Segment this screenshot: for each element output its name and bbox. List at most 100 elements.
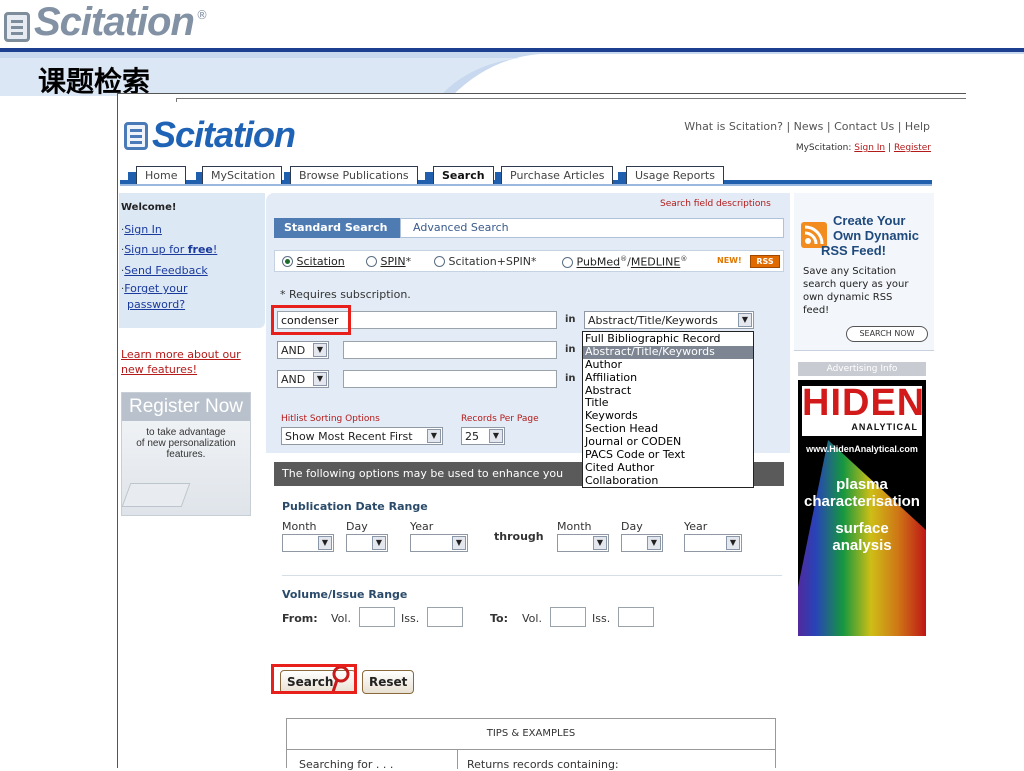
sort-label: Hitlist Sorting Options [281, 414, 380, 424]
sidebar-welcome: Welcome! [121, 202, 177, 213]
sidebar-sign-up[interactable]: ·Sign up for free! [121, 238, 217, 257]
from-vol-input[interactable] [359, 607, 395, 627]
volume-title: Volume/Issue Range [282, 588, 408, 601]
register-now-sub: to take advantage of new personalization… [136, 427, 236, 460]
tips-title: TIPS & EXAMPLES [486, 728, 576, 739]
chevron-down-icon[interactable]: ▼ [738, 313, 752, 327]
operator-select-3[interactable]: AND ▼ [277, 370, 329, 388]
from-day-label: Day [346, 520, 368, 533]
chevron-down-icon[interactable]: ▼ [318, 536, 332, 550]
to-month-label: Month [557, 520, 592, 533]
query-input-2[interactable] [343, 341, 557, 359]
to-iss-input[interactable] [618, 607, 654, 627]
from-day-select[interactable]: ▼ [346, 534, 388, 552]
operator-select-2[interactable]: AND ▼ [277, 341, 329, 359]
link-what-is[interactable]: What is Scitation? [684, 120, 783, 133]
sidebar-forget-password[interactable]: ·Forget your password? [121, 280, 187, 311]
to-year-label: Year [684, 520, 708, 533]
dropdown-option[interactable]: Cited Author [583, 461, 753, 475]
chevron-down-icon[interactable]: ▼ [372, 536, 386, 550]
from-year-label: Year [410, 520, 434, 533]
slide-logo-text: Scitation [34, 0, 195, 44]
sort-select[interactable]: Show Most Recent First ▼ [281, 427, 443, 445]
ad-url: www.HidenAnalytical.com [806, 444, 918, 454]
from-month-label: Month [282, 520, 317, 533]
ad-sub: ANALYTICAL [851, 422, 918, 432]
radio-pubmed[interactable]: PubMed®/MEDLINE® [562, 255, 687, 269]
tips-table: TIPS & EXAMPLES Searching for . . . Retu… [286, 718, 776, 771]
from-vol-label: Vol. [331, 612, 351, 625]
chevron-down-icon[interactable]: ▼ [647, 536, 661, 550]
from-iss-input[interactable] [427, 607, 463, 627]
requires-subscription: * Requires subscription. [280, 288, 411, 301]
tab-purchase[interactable]: Purchase Articles [501, 166, 614, 184]
tab-myscitation[interactable]: MyScitation [202, 166, 282, 184]
link-news[interactable]: News [794, 120, 824, 133]
reset-button[interactable]: Reset [362, 670, 415, 694]
slide-logo-icon [4, 12, 30, 42]
tab-search[interactable]: Search [433, 166, 494, 184]
top-register[interactable]: Register [894, 143, 931, 153]
rss-promo-title: Create Your Own Dynamic RSS Feed! [821, 213, 919, 258]
rss-badge[interactable]: RSS [750, 255, 780, 268]
tab-advanced-search[interactable]: Advanced Search [400, 218, 784, 238]
to-vol-input[interactable] [550, 607, 586, 627]
chevron-down-icon[interactable]: ▼ [313, 343, 327, 357]
query-input-3[interactable] [343, 370, 557, 388]
hiden-ad[interactable]: HIDEN ANALYTICAL www.HidenAnalytical.com… [798, 380, 926, 636]
new-badge: NEW! [717, 256, 742, 265]
link-help[interactable]: Help [905, 120, 930, 133]
chevron-down-icon[interactable]: ▼ [452, 536, 466, 550]
tips-col2: Returns records containing: [467, 758, 619, 771]
tab-usage[interactable]: Usage Reports [626, 166, 724, 184]
myscitation-links: MyScitation: Sign In | Register [795, 143, 931, 153]
search-field-descriptions[interactable]: Search field descriptions [660, 199, 771, 209]
tab-home[interactable]: Home [136, 166, 187, 184]
chevron-down-icon[interactable]: ▼ [593, 536, 607, 550]
tab-browse[interactable]: Browse Publications [290, 166, 418, 184]
field-select-1[interactable]: Abstract/Title/Keywords ▼ [584, 311, 754, 329]
rss-promo-desc: Save any Scitation search query as your … [803, 266, 909, 316]
sidebar-sign-in[interactable]: ·Sign In [121, 218, 162, 237]
chevron-down-icon[interactable]: ▼ [726, 536, 740, 550]
tab-standard-search[interactable]: Standard Search [274, 218, 400, 238]
top-sign-in[interactable]: Sign In [854, 143, 885, 153]
sidebar-learn-more[interactable]: Learn more about our new features! [121, 346, 241, 376]
keyboard-graphic [121, 483, 191, 507]
advertising-info[interactable]: Advertising Info [798, 362, 926, 376]
to-day-select[interactable]: ▼ [621, 534, 663, 552]
from-month-select[interactable]: ▼ [282, 534, 334, 552]
from-iss-label: Iss. [401, 612, 420, 625]
register-now-banner[interactable]: Register Now to take advantage of new pe… [121, 392, 251, 516]
browser-top-edge [176, 98, 966, 102]
dropdown-option[interactable]: Collaboration [583, 474, 753, 488]
site-logo-icon [124, 122, 148, 150]
from-year-select[interactable]: ▼ [410, 534, 468, 552]
radio-spin[interactable]: SPIN* [366, 255, 411, 268]
records-select[interactable]: 25 ▼ [461, 427, 505, 445]
in-label-3: in [565, 373, 576, 384]
dropdown-option[interactable]: PACS Code or Text [583, 448, 753, 462]
chevron-down-icon[interactable]: ▼ [489, 429, 503, 443]
link-contact[interactable]: Contact Us [834, 120, 894, 133]
dropdown-option[interactable]: Affiliation [583, 371, 753, 385]
pub-date-title: Publication Date Range [282, 500, 428, 513]
dropdown-option[interactable]: Author [583, 358, 753, 372]
field-dropdown-list[interactable]: Full Bibliographic Record Abstract/Title… [582, 331, 754, 488]
ad-copy: plasma characterisation surface analysis [804, 476, 920, 554]
dropdown-option-selected[interactable]: Abstract/Title/Keywords [583, 345, 753, 359]
chevron-down-icon[interactable]: ▼ [427, 429, 441, 443]
sidebar-send-feedback[interactable]: ·Send Feedback [121, 259, 208, 278]
dropdown-option[interactable]: Full Bibliographic Record [583, 332, 753, 346]
tips-col1: Searching for . . . [299, 758, 394, 771]
to-vol-label: Vol. [522, 612, 542, 625]
radio-scitation-spin[interactable]: Scitation+SPIN* [434, 255, 537, 268]
to-year-select[interactable]: ▼ [684, 534, 742, 552]
chevron-down-icon[interactable]: ▼ [313, 372, 327, 386]
ad-brand: HIDEN [802, 382, 926, 424]
radio-scitation[interactable]: Scitation [282, 255, 345, 268]
search-now-button[interactable]: SEARCH NOW [846, 326, 928, 342]
to-month-select[interactable]: ▼ [557, 534, 609, 552]
from-label: From: [282, 612, 318, 625]
site-logo-text: Scitation [152, 114, 296, 155]
